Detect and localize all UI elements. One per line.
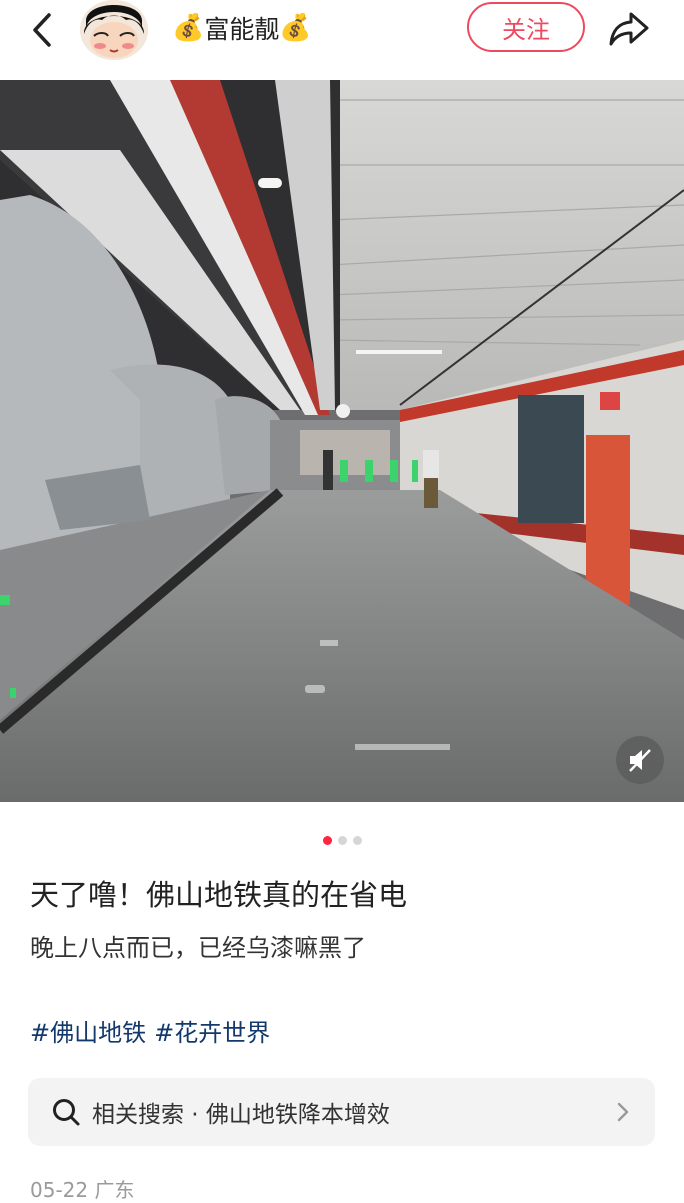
related-search-text: 相关搜索 · 佛山地铁降本增效 xyxy=(92,1102,390,1128)
back-button[interactable] xyxy=(22,10,62,50)
tag-link[interactable]: #花卉世界 xyxy=(154,1013,270,1048)
related-search-bar[interactable]: 相关搜索 · 佛山地铁降本增效 xyxy=(28,1078,655,1146)
carousel-dot[interactable] xyxy=(337,836,347,845)
post-title: 天了噜！佛山地铁真的在省电 xyxy=(30,878,408,912)
carousel-dot[interactable] xyxy=(322,836,332,845)
mute-button[interactable] xyxy=(616,736,664,784)
post-photo[interactable] xyxy=(0,80,684,802)
chevron-left-icon xyxy=(33,13,51,47)
search-icon xyxy=(50,1096,82,1128)
top-bar: 💰 富能靓 💰 关注 xyxy=(0,0,684,80)
share-button[interactable] xyxy=(604,6,654,52)
carousel-dot[interactable] xyxy=(352,836,362,845)
avatar-image xyxy=(80,0,148,60)
tag-list: #佛山地铁 #花卉世界 xyxy=(30,1013,270,1048)
author-name: 富能靓 xyxy=(204,15,280,44)
avatar[interactable] xyxy=(80,0,148,60)
money-bag-icon: 💰 xyxy=(172,13,205,43)
post-body: 晚上八点而已，已经乌漆嘛黑了 xyxy=(30,934,366,962)
follow-button[interactable]: 关注 xyxy=(467,2,585,52)
chevron-right-icon xyxy=(613,1098,633,1126)
money-bag-icon: 💰 xyxy=(279,13,312,43)
tag-link[interactable]: #佛山地铁 xyxy=(30,1013,146,1048)
author-name-row[interactable]: 💰 富能靓 💰 xyxy=(172,8,312,48)
subway-platform-image xyxy=(0,80,684,802)
carousel-indicator xyxy=(0,836,684,846)
speaker-mute-icon xyxy=(629,749,651,772)
share-arrow-icon xyxy=(609,12,649,46)
